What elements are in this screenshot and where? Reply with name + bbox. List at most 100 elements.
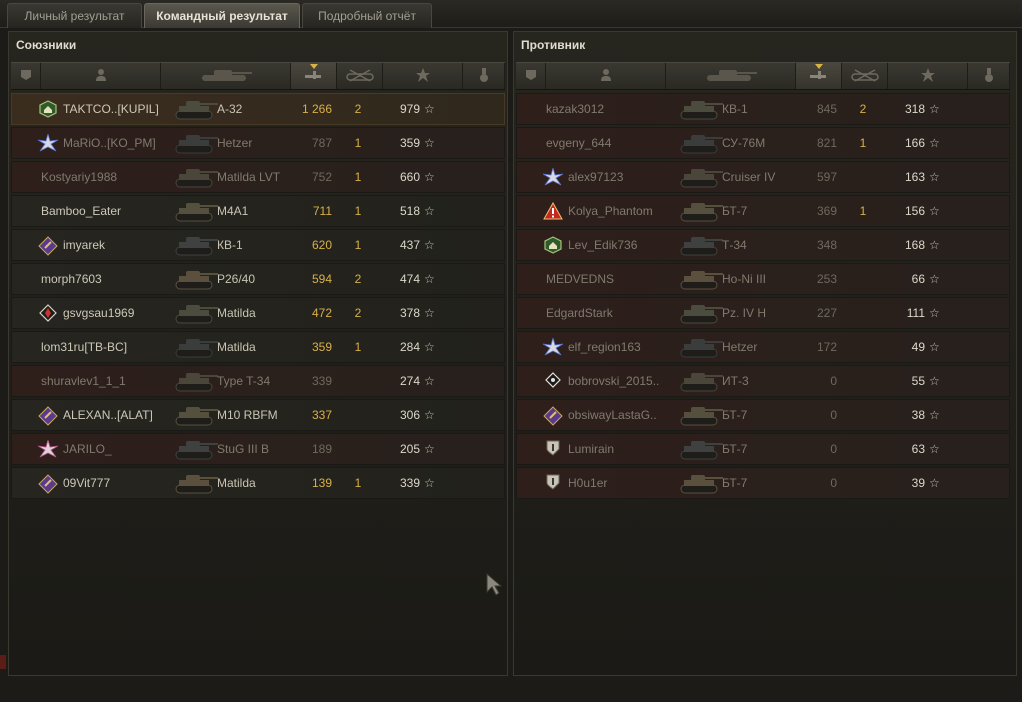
header-sort-squad[interactable]	[516, 63, 546, 89]
enemies-player-row[interactable]: alex97123 Cruiser IV 597 163 ☆	[516, 161, 1010, 193]
header-sort-tank[interactable]	[161, 63, 291, 89]
header-sort-medal[interactable]	[463, 63, 505, 89]
squad-icon	[524, 68, 538, 85]
header-sort-damage[interactable]	[796, 63, 842, 89]
xp-star-icon: ☆	[424, 442, 435, 456]
player-name: evgeny_644	[546, 136, 612, 150]
player-icon	[94, 68, 108, 85]
kills-icon	[344, 68, 376, 85]
kills-icon	[849, 68, 881, 85]
allies-player-row[interactable]: TAKTCO..[KUPIL] А-32 1 266 2 979 ☆	[11, 93, 505, 125]
enemies-player-row[interactable]: elf_region163 Hetzer 172 49 ☆	[516, 331, 1010, 363]
enemies-title: Противник	[521, 38, 586, 52]
allies-player-row[interactable]: imyarek КВ-1 620 1 437 ☆	[11, 229, 505, 261]
vehicle-name: Matilda	[217, 476, 256, 490]
header-sort-tank[interactable]	[666, 63, 796, 89]
vehicle-name: StuG III B	[217, 442, 270, 456]
enemies-player-row[interactable]: EdgardStark Pz. IV H 227 111 ☆	[516, 297, 1010, 329]
damage-value: 139	[311, 476, 332, 490]
tab-detailed-report[interactable]: Подробный отчёт	[302, 3, 432, 28]
kills-value: 1	[859, 136, 867, 150]
enemies-player-row[interactable]: H0u1er БТ-7 0 39 ☆	[516, 467, 1010, 499]
pink-burst-icon	[37, 435, 59, 465]
xp-value: 437	[399, 238, 420, 252]
purple-diamond-icon	[38, 231, 58, 261]
vehicle-name: ИТ-3	[722, 374, 749, 388]
allies-player-row[interactable]: 09Vit777 Matilda 139 1 339 ☆	[11, 467, 505, 499]
header-sort-player[interactable]	[546, 63, 666, 89]
xp-star-icon: ☆	[424, 170, 435, 184]
xp-star-icon	[415, 67, 431, 86]
sort-arrow-icon	[814, 64, 823, 69]
xp-value: 378	[399, 306, 420, 320]
allies-player-row[interactable]: gsvgsau1969 Matilda 472 2 378 ☆	[11, 297, 505, 329]
damage-value: 227	[816, 306, 837, 320]
house-emblem-icon	[38, 95, 58, 125]
player-name: obsiwayLastaG..	[568, 408, 657, 422]
player-name: JARILO_	[63, 442, 112, 456]
damage-value: 821	[816, 136, 837, 150]
damage-icon	[808, 69, 830, 84]
damage-icon	[303, 69, 325, 84]
enemies-player-row[interactable]: Lev_Edik736 Т-34 348 168 ☆	[516, 229, 1010, 261]
header-sort-damage[interactable]	[291, 63, 337, 89]
xp-value: 979	[399, 102, 420, 116]
player-name: TAKTCO..[KUPIL]	[63, 102, 159, 116]
player-name: bobrovski_2015..	[568, 374, 660, 388]
xp-value: 474	[399, 272, 420, 286]
shield-icon	[543, 469, 563, 499]
header-sort-squad[interactable]	[11, 63, 41, 89]
enemies-player-row[interactable]: obsiwayLastaG.. БТ-7 0 38 ☆	[516, 399, 1010, 431]
allies-player-row[interactable]: Kostyariy1988 Matilda LVT 752 1 660 ☆	[11, 161, 505, 193]
player-name: MEDVEDNS	[546, 272, 615, 286]
enemies-player-row[interactable]: MEDVEDNS Ho-Ni III 253 66 ☆	[516, 263, 1010, 295]
enemies-player-row[interactable]: evgeny_644 СУ-76М 821 1 166 ☆	[516, 127, 1010, 159]
header-sort-kills[interactable]	[842, 63, 888, 89]
header-sort-xp-star[interactable]	[888, 63, 968, 89]
squad-icon	[19, 68, 33, 85]
enemies-panel: Противник kazak3012 КВ-1 845 2 318 ☆ evgeny_6…	[513, 31, 1017, 676]
kills-value: 2	[354, 272, 362, 286]
xp-star-icon: ☆	[929, 102, 940, 116]
enemies-player-row[interactable]: bobrovski_2015.. ИТ-3 0 55 ☆	[516, 365, 1010, 397]
header-sort-player[interactable]	[41, 63, 161, 89]
header-sort-kills[interactable]	[337, 63, 383, 89]
vehicle-name: M4A1	[217, 204, 249, 218]
kills-value	[857, 162, 869, 192]
player-name: Kostyariy1988	[41, 170, 118, 184]
allies-player-row[interactable]: lom31ru[TB-BC] Matilda 359 1 284 ☆	[11, 331, 505, 363]
enemies-player-row[interactable]: Kolya_Phantom БТ-7 369 1 156 ☆	[516, 195, 1010, 227]
kills-value: 1	[354, 170, 362, 184]
damage-value: 1 266	[301, 102, 332, 116]
kills-value: 2	[354, 102, 362, 116]
xp-star-icon: ☆	[929, 272, 940, 286]
purple-diamond-icon	[38, 401, 58, 431]
enemies-rows: kazak3012 КВ-1 845 2 318 ☆ evgeny_644 СУ-76М 82…	[516, 93, 1010, 501]
xp-value: 49	[911, 340, 925, 354]
allies-player-row[interactable]: shuravlev1_1_1 Type T-34 339 274 ☆	[11, 365, 505, 397]
sort-arrow-icon	[309, 64, 318, 69]
vehicle-name: M10 RBFM	[217, 408, 278, 422]
damage-value: 339	[311, 374, 332, 388]
allies-player-row[interactable]: Bamboo_Eater M4A1 711 1 518 ☆	[11, 195, 505, 227]
vehicle-name: Hetzer	[722, 340, 758, 354]
kills-value	[857, 434, 869, 464]
xp-star-icon: ☆	[929, 408, 940, 422]
allies-player-row[interactable]: ALEXAN..[ALAT] M10 RBFM 337 306 ☆	[11, 399, 505, 431]
white-diamond-icon	[543, 367, 563, 397]
tab-personal-result[interactable]: Личный результат	[7, 3, 142, 28]
damage-value: 0	[830, 374, 837, 388]
medal-icon	[984, 67, 994, 86]
star-burst-icon	[542, 163, 564, 193]
allies-player-row[interactable]: JARILO_ StuG III B 189 205 ☆	[11, 433, 505, 465]
xp-star-icon: ☆	[424, 306, 435, 320]
enemies-player-row[interactable]: kazak3012 КВ-1 845 2 318 ☆	[516, 93, 1010, 125]
header-sort-medal[interactable]	[968, 63, 1010, 89]
header-sort-xp-star[interactable]	[383, 63, 463, 89]
allies-player-row[interactable]: morph7603 P26/40 594 2 474 ☆	[11, 263, 505, 295]
allies-player-row[interactable]: MaRiO..[KO_PM] Hetzer 787 1 359 ☆	[11, 127, 505, 159]
vehicle-name: P26/40	[217, 272, 256, 286]
enemies-player-row[interactable]: Lumirain БТ-7 0 63 ☆	[516, 433, 1010, 465]
tab-team-result[interactable]: Командный результат	[144, 3, 300, 28]
xp-value: 111	[906, 306, 925, 320]
